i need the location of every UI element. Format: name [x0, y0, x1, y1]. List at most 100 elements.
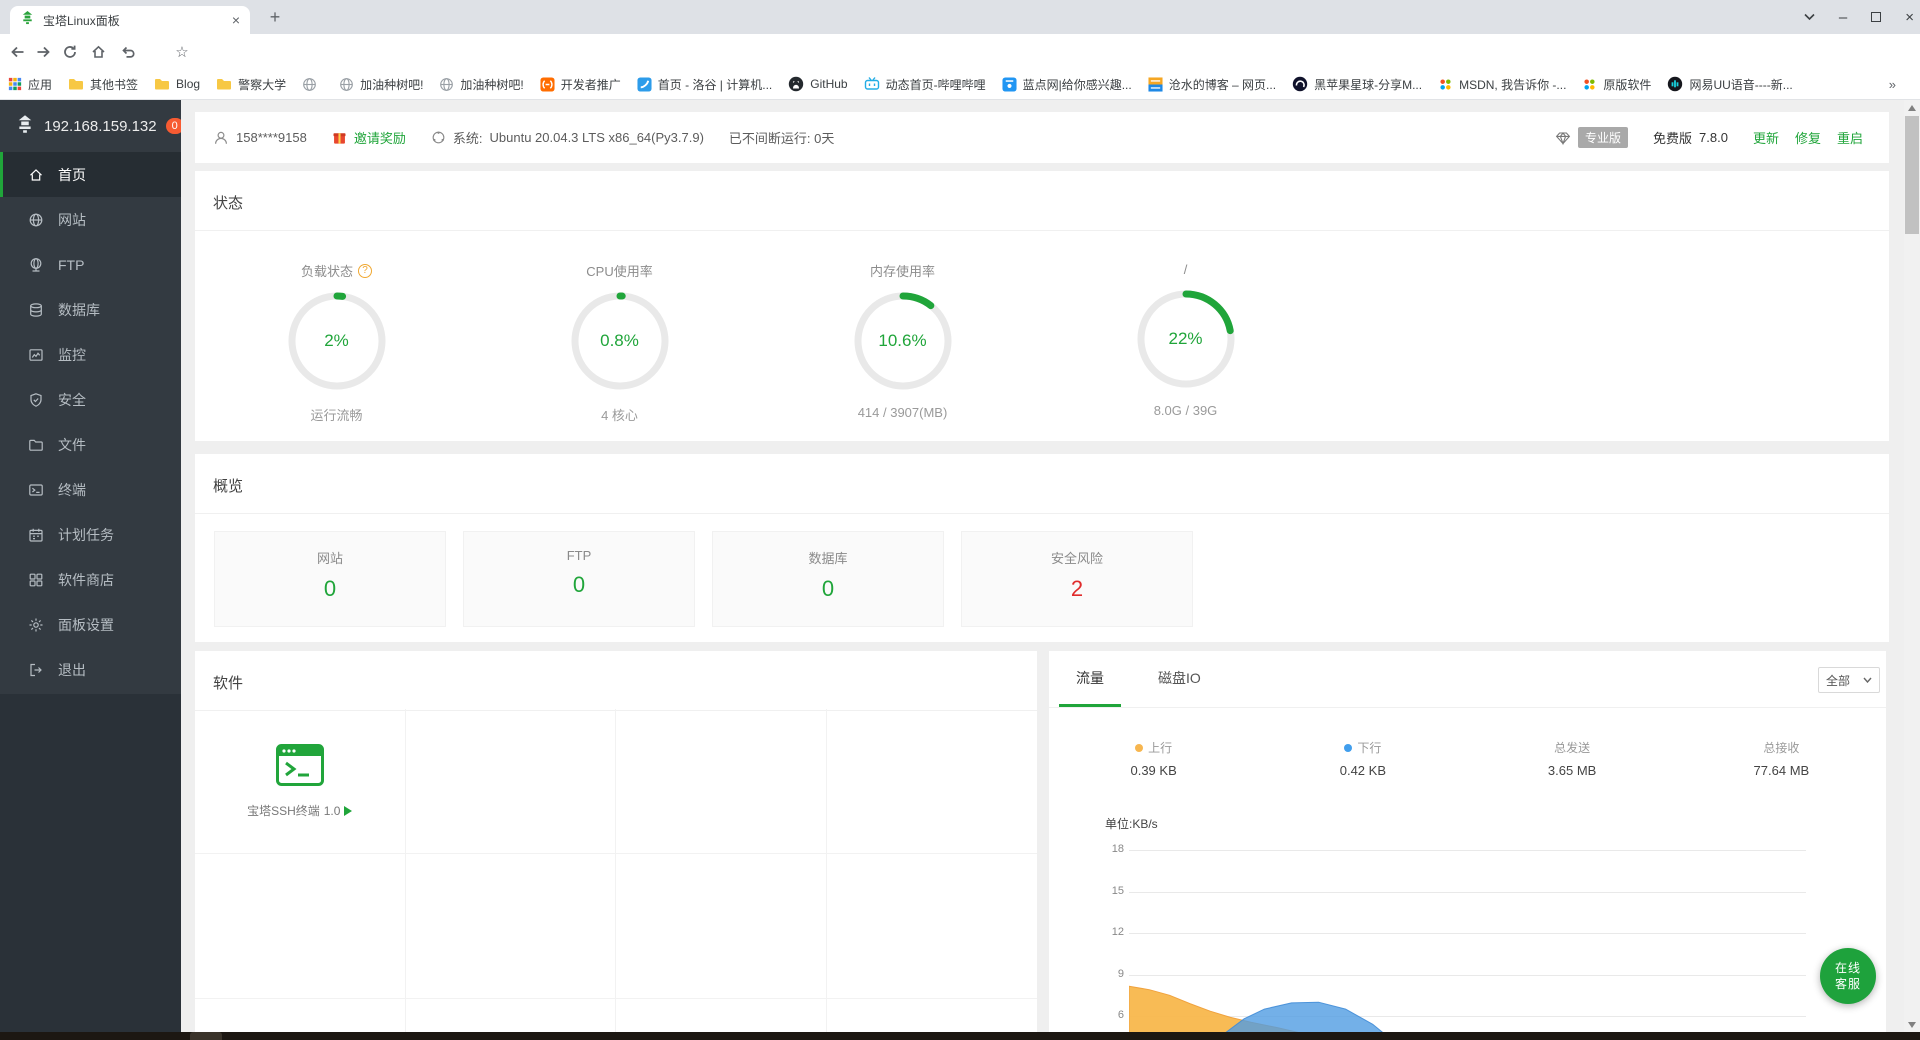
gauge-sub: 4 核心: [478, 405, 761, 424]
window-maximize-button[interactable]: [1871, 12, 1881, 22]
gauge-value: 0.8%: [570, 291, 670, 391]
monitor-chart-icon: [28, 347, 44, 363]
folder-icon: [154, 76, 170, 92]
bookmark-original-soft[interactable]: 原版软件: [1582, 76, 1651, 93]
bookmark-folder-blog[interactable]: Blog: [154, 76, 200, 92]
y-tick-label: 6: [1074, 1009, 1124, 1021]
traffic-range-select[interactable]: 全部: [1818, 667, 1880, 693]
sidebar-item-home[interactable]: 首页: [0, 152, 181, 197]
bookmark-uu[interactable]: 网易UU语音----新...: [1667, 76, 1792, 93]
version-info: 免费版 7.8.0: [1653, 128, 1728, 147]
bookmark-bilibili[interactable]: 动态首页-哔哩哔哩: [864, 76, 986, 93]
update-link[interactable]: 更新: [1753, 128, 1779, 147]
pro-upgrade[interactable]: 专业版: [1555, 127, 1628, 148]
online-support-button[interactable]: 在线 客服: [1820, 948, 1876, 1004]
bookmark-globe-only[interactable]: [302, 77, 323, 92]
bookmarks-overflow-chevron[interactable]: »: [1889, 77, 1896, 92]
sidebar-item-files[interactable]: 文件: [0, 422, 181, 467]
new-tab-button[interactable]: +: [262, 4, 288, 30]
scrollbar-up-arrow[interactable]: [1908, 105, 1916, 111]
sidebar-item-appstore[interactable]: 软件商店: [0, 557, 181, 602]
scrollbar-down-arrow[interactable]: [1908, 1022, 1916, 1028]
browser-tab[interactable]: 宝塔Linux面板 ×: [10, 6, 250, 34]
account-link[interactable]: 158****9158: [213, 130, 307, 146]
software-empty-cell: [195, 854, 406, 999]
bookmark-dev[interactable]: 开发者推广: [540, 76, 621, 93]
y-tick-label: 12: [1074, 926, 1124, 938]
card-security-risk[interactable]: 安全风险 2: [961, 531, 1193, 627]
sidebar-header: 192.168.159.132 0: [0, 100, 181, 152]
download-dot-icon: [1344, 744, 1352, 752]
bookmark-apps[interactable]: 应用: [8, 76, 52, 93]
page-scrollbar[interactable]: [1904, 100, 1920, 1040]
website-globe-icon: [28, 212, 44, 228]
gauge-value: 22%: [1136, 289, 1236, 389]
folder-icon: [68, 76, 84, 92]
star-icon[interactable]: ☆: [171, 41, 193, 63]
gift-icon: [332, 130, 347, 145]
bookmark-landian[interactable]: 蓝点网|给你感兴趣...: [1002, 76, 1132, 93]
card-database[interactable]: 数据库 0: [712, 531, 944, 627]
landian-icon: [1002, 77, 1017, 92]
software-empty-cell: [406, 709, 617, 854]
scrollbar-thumb[interactable]: [1905, 116, 1919, 234]
home-icon: [28, 167, 44, 183]
tab-search-chevron-icon[interactable]: [1804, 8, 1815, 26]
bookmark-blackapple[interactable]: 黑苹果星球-分享M...: [1292, 76, 1422, 93]
software-panel: 软件 宝塔SSH终端 1.0: [195, 651, 1037, 1032]
tab-close-icon[interactable]: ×: [232, 13, 240, 27]
card-website[interactable]: 网站 0: [214, 531, 446, 627]
overview-title: 概览: [195, 454, 1889, 514]
sidebar-item-ftp[interactable]: FTP: [0, 242, 181, 287]
bookmark-folder-other[interactable]: 其他书签: [68, 76, 138, 93]
bookmark-msdn[interactable]: MSDN, 我告诉你 -...: [1438, 76, 1566, 93]
globe-icon: [439, 77, 454, 92]
home-icon[interactable]: [87, 41, 109, 63]
globe-icon: [302, 77, 317, 92]
sidebar-item-website[interactable]: 网站: [0, 197, 181, 242]
sidebar-item-settings[interactable]: 面板设置: [0, 602, 181, 647]
system-info: 系统: Ubuntu 20.04.3 LTS x86_64(Py3.7.9): [431, 128, 704, 147]
software-empty-cell: [406, 854, 617, 999]
window-close-button[interactable]: ×: [1905, 9, 1914, 26]
software-item-ssh-terminal[interactable]: 宝塔SSH终端 1.0: [195, 709, 406, 854]
reload-icon[interactable]: [59, 41, 81, 63]
forward-icon[interactable]: [32, 41, 54, 63]
gauge-value: 2%: [287, 291, 387, 391]
gauge-disk-root: / 22% 8.0G / 39G: [1044, 261, 1327, 424]
sidebar-item-monitor[interactable]: 监控: [0, 332, 181, 377]
sidebar-item-terminal[interactable]: 终端: [0, 467, 181, 512]
window-minimize-button[interactable]: –: [1839, 9, 1847, 26]
legend-download: 下行 0.42 KB: [1258, 739, 1467, 778]
bookmark-tree1[interactable]: 加油种树吧!: [339, 76, 423, 93]
help-icon[interactable]: ?: [358, 264, 372, 278]
back-icon[interactable]: [6, 41, 28, 63]
apps-grid-icon: [8, 77, 22, 91]
netease-uu-icon: [1667, 76, 1683, 92]
bt-logo-icon: [15, 114, 35, 139]
software-empty-cell: [827, 854, 1038, 999]
repair-link[interactable]: 修复: [1795, 128, 1821, 147]
card-ftp[interactable]: FTP 0: [463, 531, 695, 627]
sidebar-item-logout[interactable]: 退出: [0, 647, 181, 692]
sidebar-item-database[interactable]: 数据库: [0, 287, 181, 332]
bookmark-folder-police[interactable]: 警察大学: [216, 76, 286, 93]
tab-traffic[interactable]: 流量: [1059, 651, 1121, 707]
sidebar-item-cron[interactable]: 计划任务: [0, 512, 181, 557]
bookmark-cangshui[interactable]: 沧水的博客 – 网页...: [1148, 76, 1276, 93]
invite-reward-link[interactable]: 邀请奖励: [332, 128, 406, 147]
bookmark-luogu[interactable]: 首页 - 洛谷 | 计算机...: [637, 76, 772, 93]
undo-arrow-icon[interactable]: [117, 41, 139, 63]
bookmark-github[interactable]: GitHub: [788, 76, 847, 92]
restart-link[interactable]: 重启: [1837, 128, 1863, 147]
blackapple-icon: [1292, 76, 1308, 92]
bookmark-tree2[interactable]: 加油种树吧!: [439, 76, 523, 93]
tab-disk-io[interactable]: 磁盘IO: [1141, 651, 1218, 707]
play-icon[interactable]: [344, 806, 352, 816]
server-ip: 192.168.159.132: [44, 118, 157, 135]
sidebar-item-security[interactable]: 安全: [0, 377, 181, 422]
software-empty-cell: [616, 999, 827, 1032]
gauge-load: 负载状态? 2% 运行流畅: [195, 261, 478, 424]
software-title: 软件: [195, 651, 1037, 711]
software-empty-cell: [406, 999, 617, 1032]
